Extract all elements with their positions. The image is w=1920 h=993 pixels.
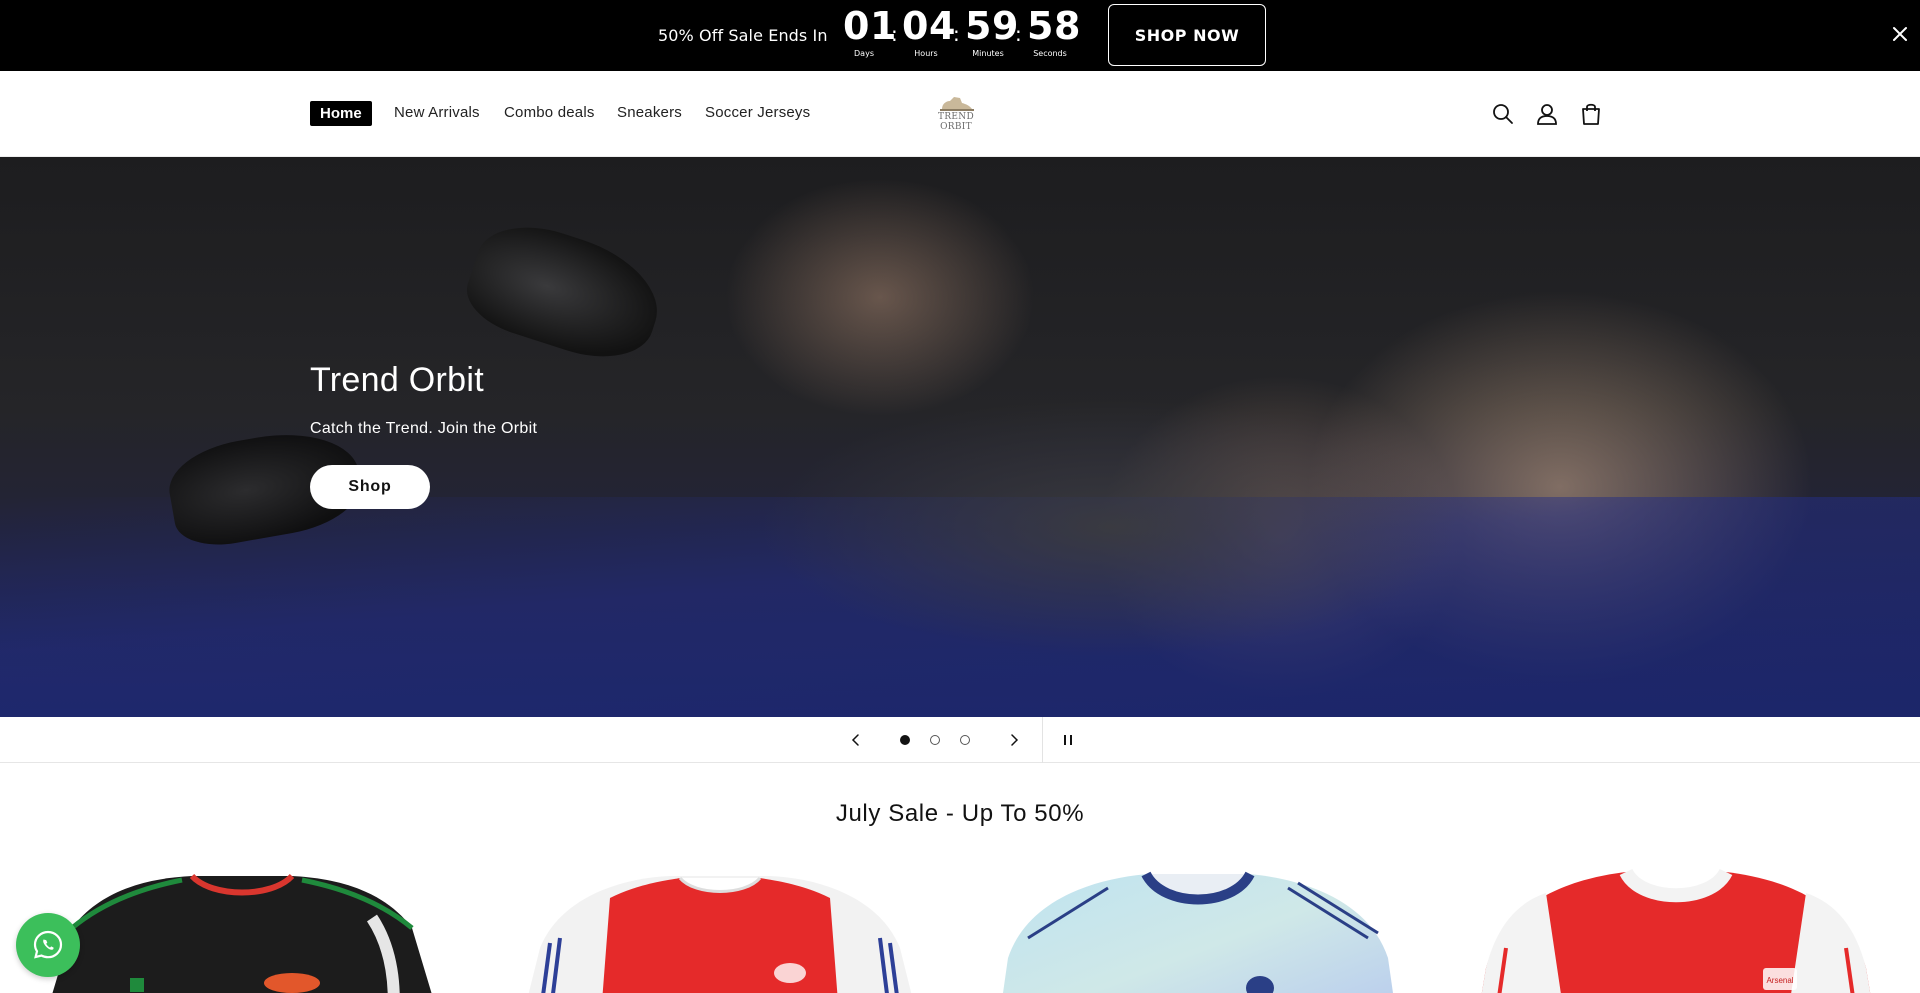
countdown-days-label: Days [854, 49, 874, 58]
countdown-hours: 04 Hours [902, 4, 956, 58]
shop-now-button[interactable]: SHOP NOW [1108, 4, 1266, 66]
nav-item-soccer-jerseys[interactable]: Soccer Jerseys [705, 104, 810, 121]
cart-icon[interactable] [1578, 101, 1604, 127]
countdown-hours-value: 04 [902, 4, 956, 48]
hero-banner: Trend Orbit Catch the Trend. Join the Or… [0, 157, 1920, 717]
pause-icon[interactable] [1060, 732, 1076, 748]
hero-image [760, 397, 1460, 657]
hero-shop-button[interactable]: Shop [310, 465, 430, 509]
countdown-separator: : [953, 22, 960, 46]
slideshow-controls [0, 717, 1920, 763]
slide-dot-1[interactable] [900, 735, 910, 745]
section-title: July Sale - Up To 50% [835, 800, 1085, 827]
announcement-bar: 50% Off Sale Ends In 01 Days : 04 Hours … [0, 0, 1920, 71]
close-icon[interactable] [1890, 24, 1910, 44]
sneaker-logo-icon [940, 97, 974, 111]
product-card[interactable] [42, 868, 442, 993]
search-icon[interactable] [1490, 101, 1516, 127]
countdown-hours-label: Hours [914, 49, 938, 58]
chevron-left-icon[interactable] [848, 732, 864, 748]
nav-item-combo-deals[interactable]: Combo deals [504, 104, 595, 121]
product-image-light-blue-jersey [1003, 871, 1393, 993]
product-card[interactable] [998, 868, 1398, 993]
countdown-minutes-label: Minutes [972, 49, 1004, 58]
countdown-separator: : [1015, 22, 1022, 46]
hero-title: Trend Orbit [310, 361, 484, 399]
countdown-seconds-label: Seconds [1033, 49, 1067, 58]
hero-subtitle: Catch the Trend. Join the Orbit [310, 420, 538, 437]
countdown-minutes-value: 59 [965, 4, 1019, 48]
product-image-red-white-jersey [528, 876, 912, 993]
product-card[interactable]: Arsenal [1476, 868, 1876, 993]
logo[interactable]: TREND ORBIT [922, 95, 990, 132]
countdown-minutes: 59 Minutes [965, 4, 1019, 58]
nav-item-home[interactable]: Home [310, 101, 372, 126]
chevron-right-icon[interactable] [1006, 732, 1022, 748]
whatsapp-chat-button[interactable] [16, 913, 80, 977]
logo-text: TREND ORBIT [938, 112, 974, 132]
slide-dot-2[interactable] [930, 735, 940, 745]
site-header: Home New Arrivals Combo deals Sneakers S… [0, 71, 1920, 157]
slide-dot-3[interactable] [960, 735, 970, 745]
account-icon[interactable] [1534, 101, 1560, 127]
countdown-days: 01 Days [843, 4, 897, 58]
product-image-red-white-jersey: Arsenal [1481, 868, 1871, 993]
countdown-seconds: 58 Seconds [1027, 4, 1081, 58]
whatsapp-icon [33, 930, 63, 959]
hero-image [457, 210, 673, 374]
countdown-days-value: 01 [843, 4, 897, 48]
controls-divider [1042, 717, 1043, 763]
svg-text:Arsenal: Arsenal [1766, 976, 1793, 985]
product-card[interactable] [520, 868, 920, 993]
announcement-text: 50% Off Sale Ends In [658, 26, 828, 45]
product-image-black-jersey [52, 873, 432, 993]
countdown-separator: : [891, 22, 898, 46]
nav-item-sneakers[interactable]: Sneakers [617, 104, 682, 121]
nav-item-new-arrivals[interactable]: New Arrivals [394, 104, 480, 121]
countdown-seconds-value: 58 [1027, 4, 1081, 48]
